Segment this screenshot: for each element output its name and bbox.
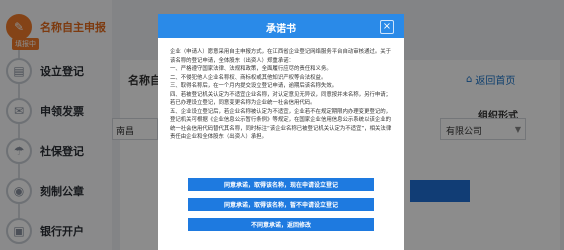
disagree-return-button[interactable]: 不同意承诺，返回修改	[188, 218, 374, 231]
close-icon[interactable]: ×	[380, 20, 394, 34]
commitment-paragraph: 三、取得名称后，在一个月内提交设立登记申请，逾期后该名称失效。	[170, 83, 338, 89]
commitment-paragraph: 企业（申请人）愿意采用自主申报方式，在江西省企业登记网络服务平台自动审核通过。关…	[170, 49, 392, 64]
commitment-paragraph: 五、企业设立登记后，若企业名称被认定为不适宜，企业若不在规定期限内办理变更登记的…	[170, 108, 392, 141]
commitment-paragraph: 二、不侵犯他人企业名称权、商标权或其他知识产权等合法权益。	[170, 74, 327, 81]
agree-apply-later-button[interactable]: 同意承诺，取得该名称，暂不申请设立登记	[188, 198, 374, 211]
dialog-title: 承诺书	[266, 24, 296, 35]
dialog-body: 企业（申请人）愿意采用自主申报方式，在江西省企业登记网络服务平台自动审核通过。关…	[170, 48, 392, 142]
agree-apply-now-button[interactable]: 同意承诺，取得该名称，现在申请设立登记	[188, 178, 374, 191]
commitment-paragraph: 一、严格遵守国家法律、法规和政策，全面履行应尽的责任和义务。	[170, 66, 332, 72]
commitment-paragraph: 四、若被登记机关认定为不适宜企业名称，对认定意见无异议，同意按并未名称，另行申请…	[170, 91, 392, 107]
commitment-dialog: 承诺书 × 企业（申请人）愿意采用自主申报方式，在江西省企业登记网络服务平台自动…	[158, 14, 404, 250]
